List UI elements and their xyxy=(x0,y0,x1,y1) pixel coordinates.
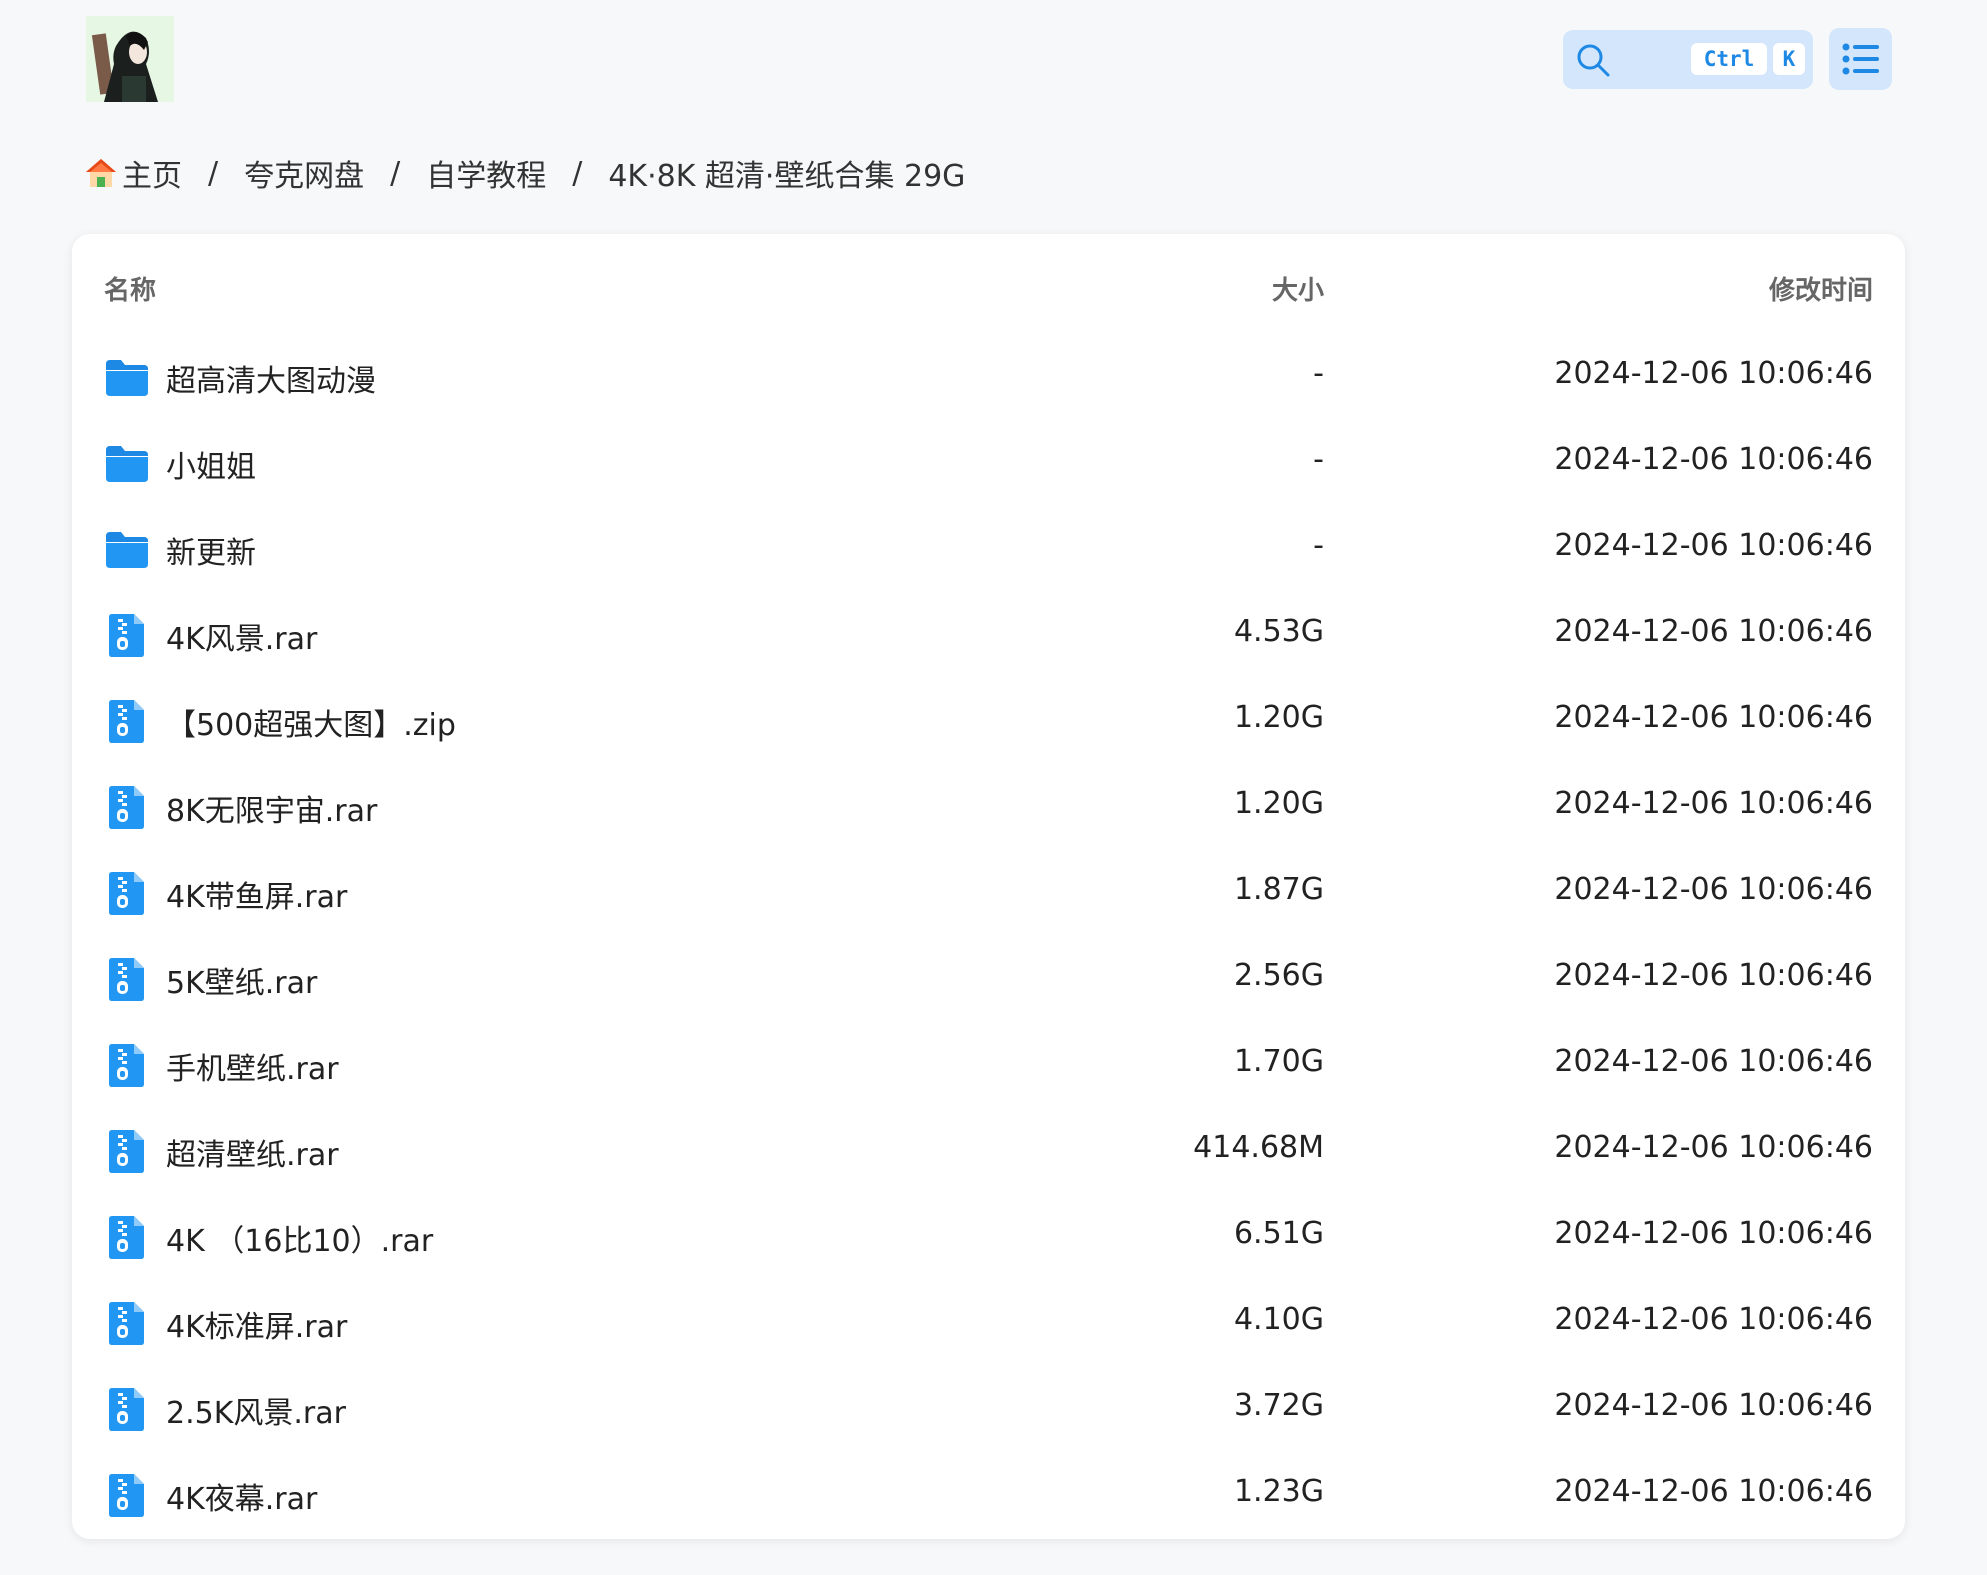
file-name[interactable]: 2.5K风景.rar xyxy=(166,1388,346,1432)
file-modified-time: 2024-12-06 10:06:46 xyxy=(1554,872,1873,907)
file-size: 1.23G xyxy=(1233,1474,1324,1509)
breadcrumb-separator: / xyxy=(572,155,583,191)
search-icon xyxy=(1577,44,1610,77)
archive-file-icon xyxy=(109,1130,144,1173)
file-size: 3.72G xyxy=(1233,1388,1324,1423)
file-name[interactable]: 超高清大图动漫 xyxy=(166,356,376,400)
file-size: - xyxy=(1313,528,1324,563)
file-modified-time: 2024-12-06 10:06:46 xyxy=(1554,1388,1873,1423)
file-row[interactable]: 4K （16比10）.rar 6.51G 2024-12-06 10:06:46 xyxy=(72,1194,1905,1280)
list-menu-icon xyxy=(1842,43,1879,75)
breadcrumb-item-tutorials[interactable]: 自学教程 xyxy=(426,151,546,195)
file-modified-time: 2024-12-06 10:06:46 xyxy=(1554,1216,1873,1251)
file-modified-time: 2024-12-06 10:06:46 xyxy=(1554,1302,1873,1337)
column-header-modified[interactable]: 修改时间 xyxy=(1769,270,1873,307)
file-name[interactable]: 8K无限宇宙.rar xyxy=(166,786,377,830)
file-name[interactable]: 超清壁纸.rar xyxy=(166,1130,339,1174)
top-bar: Ctrl K xyxy=(0,0,1987,120)
folder-icon xyxy=(106,360,148,396)
archive-file-icon xyxy=(109,958,144,1001)
shortcut-key-k: K xyxy=(1773,43,1805,75)
archive-file-icon xyxy=(109,1044,144,1087)
file-size: 1.70G xyxy=(1233,1044,1324,1079)
file-name[interactable]: 4K带鱼屏.rar xyxy=(166,872,347,916)
file-modified-time: 2024-12-06 10:06:46 xyxy=(1554,528,1873,563)
file-row[interactable]: 手机壁纸.rar 1.70G 2024-12-06 10:06:46 xyxy=(72,1022,1905,1108)
file-row[interactable]: 5K壁纸.rar 2.56G 2024-12-06 10:06:46 xyxy=(72,936,1905,1022)
folder-row[interactable]: 小姐姐 - 2024-12-06 10:06:46 xyxy=(72,420,1905,506)
archive-file-icon xyxy=(109,614,144,657)
file-modified-time: 2024-12-06 10:06:46 xyxy=(1554,614,1873,649)
file-name[interactable]: 4K （16比10）.rar xyxy=(166,1216,433,1260)
search-box[interactable]: Ctrl K xyxy=(1563,30,1813,89)
breadcrumb-separator: / xyxy=(208,155,219,191)
file-list-card: 名称 大小 修改时间 超高清大图动漫 - 2024-12-06 10:06:46 小… xyxy=(72,234,1905,1539)
site-logo-avatar[interactable] xyxy=(86,16,174,102)
file-modified-time: 2024-12-06 10:06:46 xyxy=(1554,442,1873,477)
file-list-header: 名称 大小 修改时间 xyxy=(72,234,1905,334)
folder-icon xyxy=(106,532,148,568)
file-name[interactable]: 手机壁纸.rar xyxy=(166,1044,339,1088)
file-list: 超高清大图动漫 - 2024-12-06 10:06:46 小姐姐 - 2024-12-… xyxy=(72,334,1905,1538)
archive-file-icon xyxy=(109,786,144,829)
breadcrumb-current: 4K·8K 超清·壁纸合集 29G xyxy=(608,159,966,194)
file-modified-time: 2024-12-06 10:06:46 xyxy=(1554,1044,1873,1079)
breadcrumb-home[interactable]: 主页 xyxy=(122,151,182,195)
breadcrumb-item-quark[interactable]: 夸克网盘 xyxy=(244,151,364,195)
archive-file-icon xyxy=(109,872,144,915)
file-size: 1.20G xyxy=(1233,700,1324,735)
file-name[interactable]: 小姐姐 xyxy=(166,442,256,486)
file-size: 1.87G xyxy=(1233,872,1324,907)
file-row[interactable]: 2.5K风景.rar 3.72G 2024-12-06 10:06:46 xyxy=(72,1366,1905,1452)
file-row[interactable]: 4K带鱼屏.rar 1.87G 2024-12-06 10:06:46 xyxy=(72,850,1905,936)
column-header-name[interactable]: 名称 xyxy=(104,270,156,307)
file-size: 4.53G xyxy=(1233,614,1324,649)
file-name[interactable]: 4K风景.rar xyxy=(166,614,317,658)
archive-file-icon xyxy=(109,1388,144,1431)
breadcrumb-separator: / xyxy=(390,155,401,191)
file-name[interactable]: 【500超强大图】.zip xyxy=(166,700,456,744)
file-modified-time: 2024-12-06 10:06:46 xyxy=(1554,958,1873,993)
folder-row[interactable]: 新更新 - 2024-12-06 10:06:46 xyxy=(72,506,1905,592)
file-size: 1.20G xyxy=(1233,786,1324,821)
file-size: - xyxy=(1313,442,1324,477)
file-size: 2.56G xyxy=(1233,958,1324,993)
file-name[interactable]: 5K壁纸.rar xyxy=(166,958,317,1002)
home-icon xyxy=(86,159,116,187)
file-modified-time: 2024-12-06 10:06:46 xyxy=(1554,1474,1873,1509)
file-modified-time: 2024-12-06 10:06:46 xyxy=(1554,356,1873,391)
file-row[interactable]: 8K无限宇宙.rar 1.20G 2024-12-06 10:06:46 xyxy=(72,764,1905,850)
file-modified-time: 2024-12-06 10:06:46 xyxy=(1554,700,1873,735)
file-name[interactable]: 4K标准屏.rar xyxy=(166,1302,347,1346)
file-modified-time: 2024-12-06 10:06:46 xyxy=(1554,1130,1873,1165)
file-row[interactable]: 4K夜幕.rar 1.23G 2024-12-06 10:06:46 xyxy=(72,1452,1905,1538)
folder-row[interactable]: 超高清大图动漫 - 2024-12-06 10:06:46 xyxy=(72,334,1905,420)
archive-file-icon xyxy=(109,1302,144,1345)
breadcrumb: 主页 / 夸克网盘 / 自学教程 / 4K·8K 超清·壁纸合集 29G xyxy=(84,150,965,196)
column-header-size[interactable]: 大小 xyxy=(1272,270,1324,307)
file-row[interactable]: 【500超强大图】.zip 1.20G 2024-12-06 10:06:46 xyxy=(72,678,1905,764)
file-row[interactable]: 超清壁纸.rar 414.68M 2024-12-06 10:06:46 xyxy=(72,1108,1905,1194)
file-modified-time: 2024-12-06 10:06:46 xyxy=(1554,786,1873,821)
file-row[interactable]: 4K风景.rar 4.53G 2024-12-06 10:06:46 xyxy=(72,592,1905,678)
file-name[interactable]: 新更新 xyxy=(166,528,256,572)
file-size: 4.10G xyxy=(1233,1302,1324,1337)
file-name[interactable]: 4K夜幕.rar xyxy=(166,1474,317,1518)
folder-icon xyxy=(106,446,148,482)
file-row[interactable]: 4K标准屏.rar 4.10G 2024-12-06 10:06:46 xyxy=(72,1280,1905,1366)
list-menu-button[interactable] xyxy=(1829,28,1892,90)
file-size: 414.68M xyxy=(1193,1130,1324,1165)
file-size: 6.51G xyxy=(1233,1216,1324,1251)
archive-file-icon xyxy=(109,700,144,743)
shortcut-key-ctrl: Ctrl xyxy=(1691,43,1767,75)
archive-file-icon xyxy=(109,1474,144,1517)
file-size: - xyxy=(1313,356,1324,391)
avatar-illustration xyxy=(86,16,174,102)
archive-file-icon xyxy=(109,1216,144,1259)
